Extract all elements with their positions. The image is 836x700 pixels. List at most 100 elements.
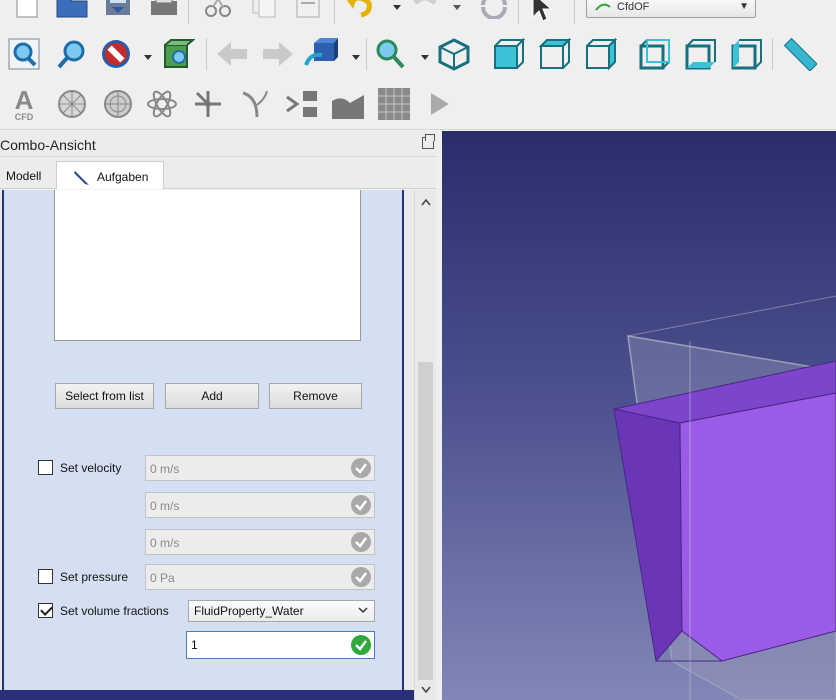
mesh-refine-icon[interactable] [100, 86, 136, 122]
toolbar-row-1: CfdOF ▼ [0, 0, 836, 30]
back-arrow-icon[interactable] [214, 36, 250, 72]
boundary-faces-list[interactable] [54, 190, 361, 341]
domain-edge [627, 295, 836, 337]
solver-icon[interactable] [284, 86, 320, 122]
front-view-icon[interactable] [490, 36, 526, 72]
new-document-icon[interactable] [8, 0, 44, 22]
pressure-field[interactable]: 0 Pa [145, 564, 375, 590]
undo-icon[interactable] [342, 0, 378, 22]
checkmark-icon [351, 635, 371, 655]
workbench-box-icon[interactable] [304, 36, 340, 72]
whats-this-cursor-icon[interactable] [526, 0, 562, 24]
chevron-down-icon: ▼ [739, 1, 749, 12]
fluid-select-value: FluidProperty_Water [194, 604, 304, 618]
save-icon[interactable] [100, 0, 136, 22]
pencil-icon [74, 171, 89, 185]
chevron-down-icon[interactable] [143, 52, 153, 62]
checkmark-icon [351, 532, 371, 552]
velocity-y-value: 0 m/s [150, 499, 180, 513]
tab-modell-label: Modell [6, 169, 42, 183]
cube-left-face[interactable] [613, 408, 683, 663]
toolbar-separator [574, 0, 575, 24]
left-view-icon[interactable] [728, 36, 764, 72]
redo-icon[interactable] [406, 0, 442, 22]
workbench-label: CfdOF [617, 1, 650, 13]
set-velocity-label: Set velocity [60, 461, 122, 475]
task-panel: Select from list Add Remove Set velocity… [0, 190, 442, 700]
mesh-region-icon[interactable] [330, 86, 366, 122]
toolbar-separator [772, 38, 773, 70]
cfd-analysis-icon[interactable]: A CFD [6, 86, 42, 122]
mesh-icon[interactable] [54, 86, 90, 122]
volume-fraction-value: 1 [191, 638, 198, 652]
cfdof-logo-icon [595, 3, 611, 11]
velocity-z-field[interactable]: 0 m/s [145, 529, 375, 555]
3d-scene[interactable] [442, 131, 836, 700]
top-view-icon[interactable] [536, 36, 572, 72]
bottom-view-icon[interactable] [682, 36, 718, 72]
forward-arrow-icon[interactable] [260, 36, 296, 72]
task-panel-content: Select from list Add Remove Set velocity… [2, 190, 404, 690]
fluid-boundary-icon[interactable] [190, 86, 226, 122]
measure-icon[interactable] [782, 36, 818, 72]
combo-view-title: Combo-Ansicht [0, 137, 96, 153]
cfd-icon-letter: A [14, 84, 34, 115]
3d-viewport[interactable] [442, 131, 836, 700]
cfd-icon-caption: CFD [14, 111, 34, 122]
set-pressure-label: Set pressure [60, 570, 129, 584]
paste-icon[interactable] [290, 0, 326, 22]
task-panel-border [0, 690, 442, 700]
rear-view-icon[interactable] [636, 36, 672, 72]
chevron-down-icon [358, 607, 368, 614]
combo-view-header: Combo-Ansicht [0, 131, 442, 157]
chevron-down-icon[interactable] [392, 2, 402, 12]
chevron-down-icon[interactable] [452, 2, 462, 12]
bounding-box-icon[interactable] [160, 36, 196, 72]
scroll-down-icon[interactable] [421, 686, 431, 694]
fit-all-icon[interactable] [6, 36, 42, 72]
checkmark-icon [351, 458, 371, 478]
velocity-y-field[interactable]: 0 m/s [145, 492, 375, 518]
add-button[interactable]: Add [165, 383, 259, 409]
velocity-z-value: 0 m/s [150, 536, 180, 550]
isometric-view-icon[interactable] [436, 36, 472, 72]
right-view-icon[interactable] [582, 36, 618, 72]
set-pressure-checkbox[interactable] [38, 569, 53, 584]
physics-model-icon[interactable] [144, 86, 180, 122]
checkmark-icon [351, 495, 371, 515]
float-dock-icon[interactable] [422, 134, 435, 149]
toolbar-separator [518, 0, 519, 24]
toolbar-separator [366, 38, 367, 70]
velocity-x-field[interactable]: 0 m/s [145, 455, 375, 481]
velocity-x-value: 0 m/s [150, 462, 180, 476]
remove-button[interactable]: Remove [269, 383, 362, 409]
cube-front-face[interactable] [679, 392, 836, 662]
cut-icon[interactable] [200, 0, 236, 22]
set-velocity-checkbox[interactable] [38, 460, 53, 475]
dynamic-mesh-icon[interactable] [376, 86, 412, 122]
toolbar-row-3: A CFD [0, 80, 836, 130]
combo-tabs: Modell Aufgaben [0, 157, 442, 189]
set-volume-fractions-checkbox[interactable] [38, 603, 53, 618]
fluid-select[interactable]: FluidProperty_Water [188, 600, 375, 622]
run-icon[interactable] [420, 86, 456, 122]
zoom-icon[interactable] [372, 36, 408, 72]
draw-style-icon[interactable] [98, 36, 134, 72]
workbench-selector[interactable]: CfdOF ▼ [586, 0, 756, 18]
tab-aufgaben[interactable]: Aufgaben [56, 161, 164, 189]
print-icon[interactable] [146, 0, 182, 22]
scroll-up-icon[interactable] [421, 198, 431, 206]
chevron-down-icon[interactable] [351, 52, 361, 62]
refresh-icon[interactable] [476, 0, 512, 22]
scrollbar-thumb[interactable] [418, 362, 433, 680]
task-panel-scrollbar[interactable] [414, 190, 436, 700]
select-from-list-button[interactable]: Select from list [55, 383, 154, 409]
volume-fraction-field[interactable]: 1 [186, 631, 375, 659]
fit-selection-icon[interactable] [54, 36, 90, 72]
open-folder-icon[interactable] [54, 0, 90, 22]
toolbar-separator [334, 0, 335, 24]
tab-modell[interactable]: Modell [0, 161, 52, 189]
chevron-down-icon[interactable] [420, 52, 430, 62]
initial-conditions-icon[interactable] [236, 86, 272, 122]
copy-icon[interactable] [246, 0, 282, 22]
